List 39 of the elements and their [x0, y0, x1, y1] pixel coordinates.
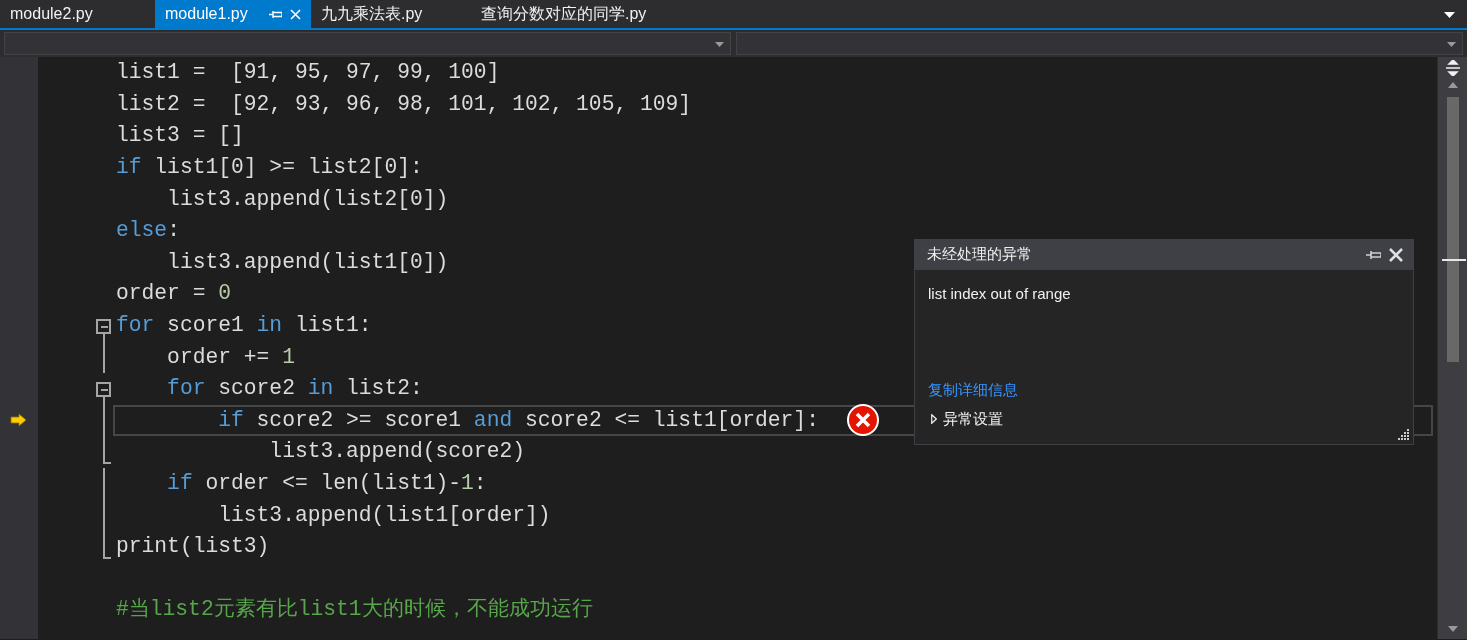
code-line: for score1 in list1:	[116, 312, 372, 340]
tab-overflow-icon[interactable]	[1444, 12, 1455, 18]
code-line: if score2 >= score1 and score2 <= list1[order]:	[217, 406, 819, 434]
exception-settings-toggle[interactable]: 异常设置	[943, 407, 1003, 430]
caret-icon	[715, 42, 724, 47]
code-line: if order <= len(list1)-1:	[166, 470, 487, 497]
split-icon	[1446, 60, 1460, 76]
scroll-up-icon[interactable]	[1448, 82, 1458, 88]
code-line: list3.append(list1[0])	[166, 248, 449, 276]
close-icon[interactable]	[1389, 248, 1403, 262]
file-tab[interactable]: 查询分数对应的同学.py	[471, 0, 657, 28]
code-line: list3.append(score2)	[268, 438, 525, 466]
copy-details-link[interactable]: 复制详细信息	[928, 380, 1018, 398]
pin-icon[interactable]	[1366, 250, 1381, 260]
code-line: list1 = [91, 95, 97, 99, 100]	[116, 59, 500, 87]
code-comment: #当list2元素有比list1大的时候，不能成功运行	[116, 596, 593, 624]
scroll-thumb[interactable]	[1447, 97, 1459, 362]
code-line: list3.append(list1[order])	[217, 501, 551, 529]
vertical-scrollbar[interactable]	[1437, 57, 1467, 639]
collapse-toggle[interactable]	[96, 318, 111, 334]
code-line: list3 = []	[116, 122, 244, 150]
exception-message: list index out of range	[927, 284, 1072, 304]
code-line: for score2 in list2:	[166, 375, 423, 403]
code-line: else:	[116, 217, 180, 245]
expand-icon[interactable]	[931, 413, 937, 424]
file-tab[interactable]: 九九乘法表.py	[311, 0, 471, 28]
current-line-marker	[1442, 259, 1466, 261]
resize-grip-icon[interactable]	[1398, 429, 1410, 441]
collapse-toggle[interactable]	[96, 381, 111, 397]
code-line: print(list3)	[116, 533, 270, 561]
code-line: list3.append(list2[0])	[166, 185, 449, 213]
code-line: order += 1	[166, 343, 295, 371]
code-line: order = 0	[116, 280, 232, 308]
popup-title: 未经处理的异常	[927, 245, 1032, 265]
scroll-down-icon[interactable]	[1448, 626, 1458, 632]
code-line: if list1[0] >= list2[0]:	[116, 154, 423, 182]
code-line: list2 = [92, 93, 96, 98, 101, 102, 105, 109]	[116, 90, 692, 118]
file-tab[interactable]: module2.py	[0, 0, 155, 28]
caret-icon	[1447, 42, 1456, 47]
